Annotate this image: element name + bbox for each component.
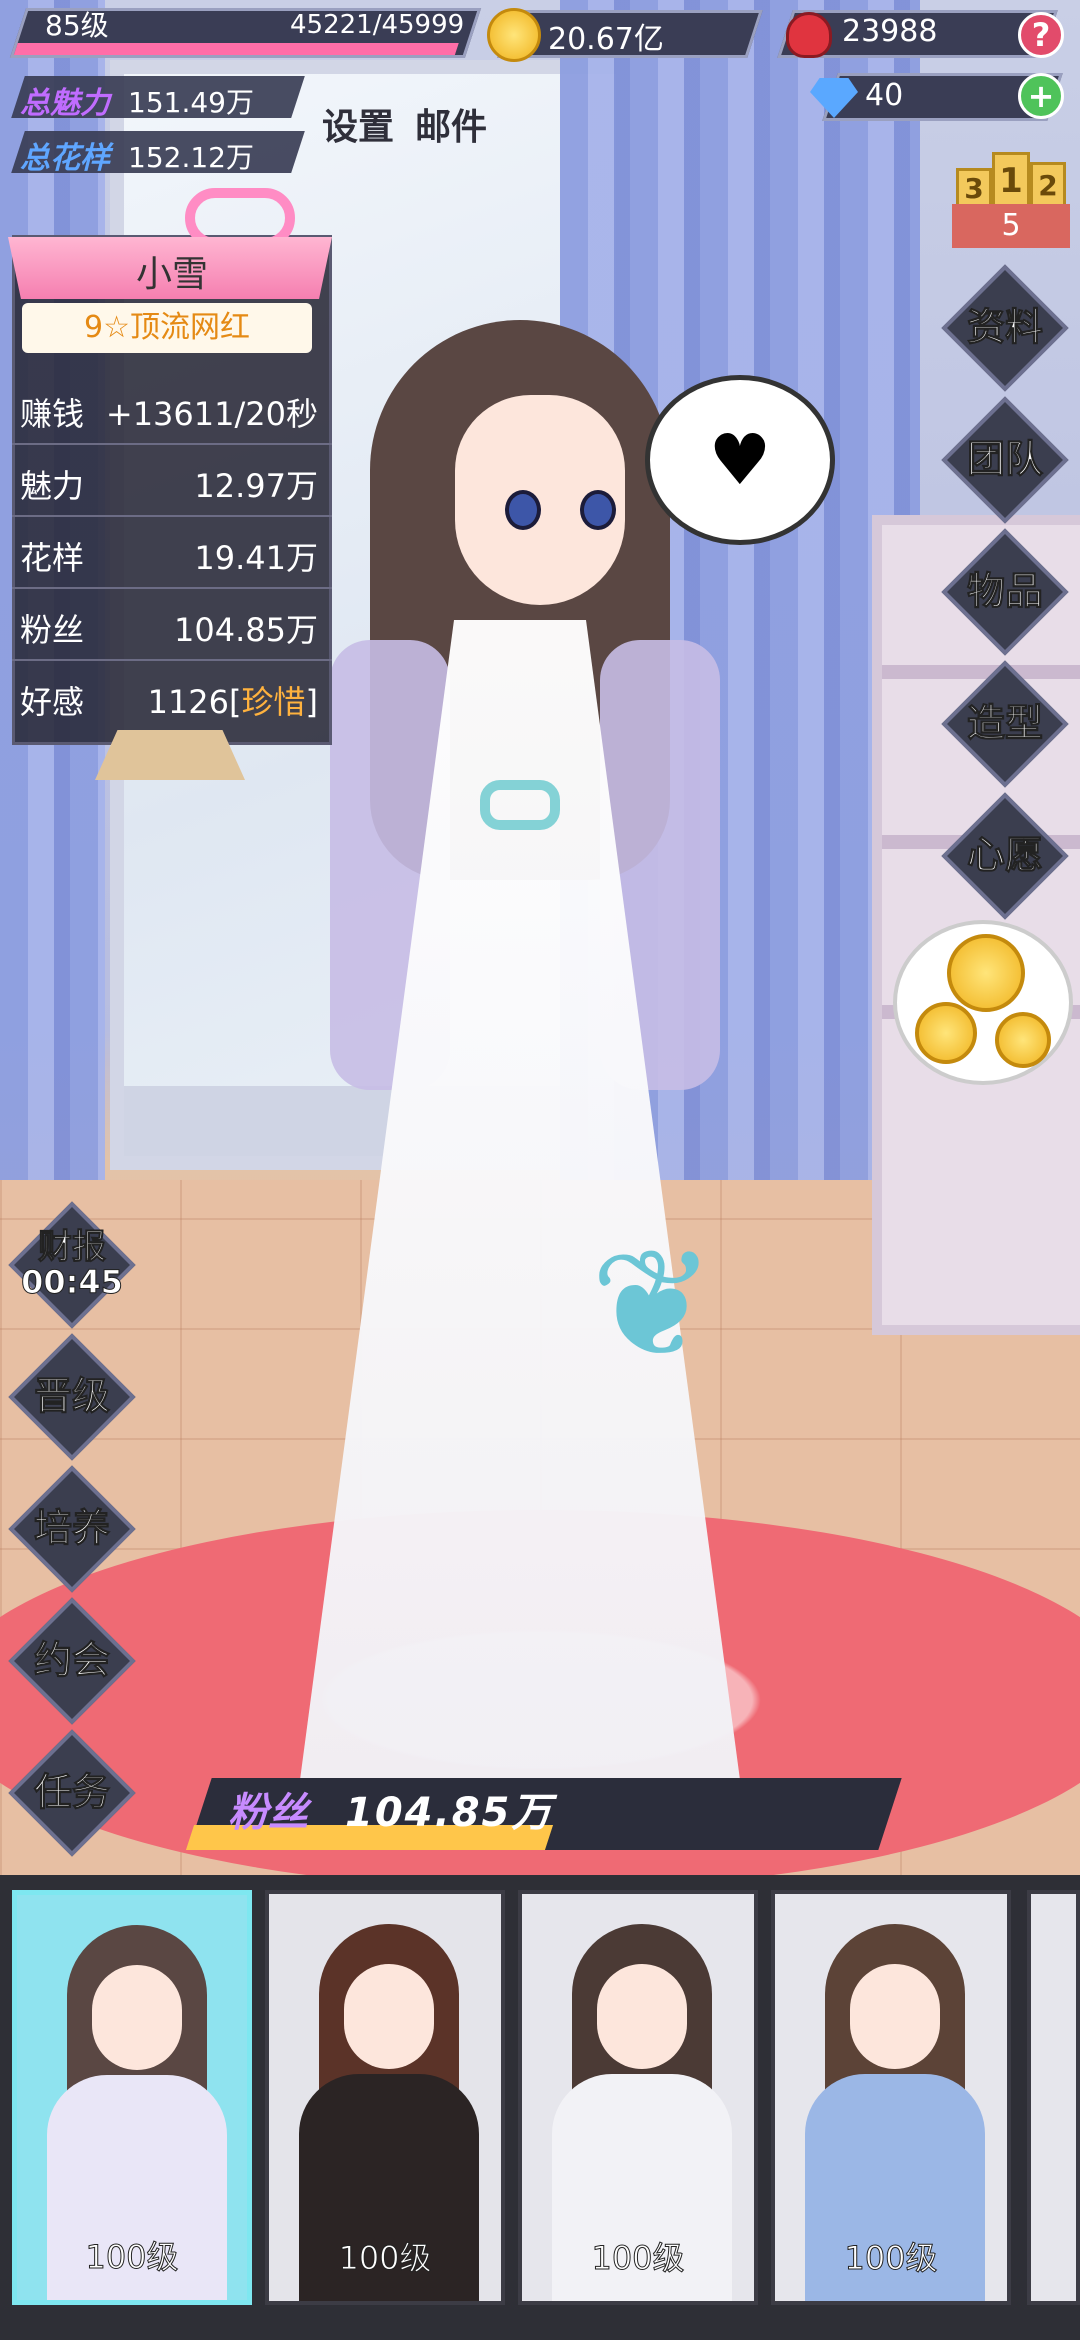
card-character-face [850, 1964, 940, 2069]
card-character-face [597, 1964, 687, 2069]
question-icon: ? [1031, 16, 1051, 54]
podium-third: 3 [956, 168, 992, 208]
character-title: 9☆顶流网红 [22, 303, 312, 353]
stat-row: 花样 19.41万 [12, 517, 332, 589]
roster-card[interactable]: 100级 [771, 1890, 1011, 2305]
character-eye-left [505, 490, 541, 530]
tasks-button[interactable]: 任务 [8, 1729, 136, 1857]
menu-label: 心愿 [966, 833, 1043, 878]
roster-card-partial[interactable] [1027, 1890, 1080, 2305]
menu-label: 物品 [966, 569, 1043, 614]
stat-row: 赚钱 +13611/20秒 [12, 373, 332, 445]
player-rank: 5 [952, 204, 1070, 248]
mail-link[interactable]: 邮件 [415, 98, 487, 150]
plus-icon: + [1027, 77, 1055, 115]
roster-card[interactable]: 100级 [518, 1890, 758, 2305]
fans-label: 粉丝 [228, 1790, 308, 1836]
affection-value-group: 1126[珍惜] [147, 683, 318, 721]
help-button[interactable]: ? [1018, 12, 1064, 58]
stat-row: 粉丝 104.85万 [12, 589, 332, 661]
menu-label: 约会 [33, 1638, 110, 1683]
stat-value: 104.85万 [174, 611, 318, 649]
gold-value: 20.67亿 [548, 22, 664, 57]
gold-coin-icon [995, 1012, 1051, 1068]
affection-tier: 珍惜 [241, 683, 306, 721]
total-charm-label: 总魅力 [20, 86, 110, 121]
stat-row: 魅力 12.97万 [12, 445, 332, 517]
report-label: 财报 00:45 [12, 1205, 132, 1325]
report-title: 财报 [37, 1227, 106, 1268]
card-character-face [92, 1965, 182, 2070]
train-button[interactable]: 培养 [8, 1465, 136, 1593]
card-character-face [344, 1964, 434, 2069]
menu-label: 造型 [966, 701, 1043, 746]
menu-profile-button[interactable]: 资料 [941, 264, 1069, 392]
character-name: 小雪 [135, 254, 208, 295]
player-level: 85级 [45, 9, 109, 42]
menu-items-button[interactable]: 物品 [941, 528, 1069, 656]
finger-heart-icon: ♥ [708, 419, 772, 501]
ranking-button[interactable]: 3 1 2 5 [952, 148, 1070, 248]
xp-fill [13, 43, 460, 55]
roster-card[interactable]: 100级 [265, 1890, 505, 2305]
rose-icon [786, 12, 832, 58]
gold-coin-icon [947, 934, 1025, 1012]
podium-first: 1 [992, 152, 1030, 208]
stat-label: 赚钱 [20, 395, 85, 433]
menu-label: 资料 [966, 305, 1043, 350]
fans-value: 104.85万 [345, 1790, 554, 1836]
affection-label: 好感 [20, 683, 85, 721]
report-timer: 00:45 [21, 1263, 124, 1302]
card-level: 100级 [338, 2239, 432, 2278]
menu-team-button[interactable]: 团队 [941, 396, 1069, 524]
affection-row: 好感 1126[珍惜] [12, 661, 332, 733]
card-level: 100级 [844, 2239, 938, 2278]
heart-gesture-speech-bubble: ♥ [645, 375, 835, 545]
rose-value: 23988 [842, 14, 938, 49]
financial-report-button[interactable]: 财报 00:45 [8, 1201, 136, 1329]
date-button[interactable]: 约会 [8, 1597, 136, 1725]
add-diamond-button[interactable]: + [1018, 73, 1064, 119]
total-style-label: 总花样 [20, 141, 110, 176]
menu-label: 培养 [33, 1506, 110, 1551]
promote-button[interactable]: 晋级 [8, 1333, 136, 1461]
menu-label: 任务 [33, 1770, 110, 1815]
collapse-panel-button[interactable] [95, 730, 245, 780]
card-level: 100级 [85, 2238, 179, 2277]
menu-outfit-button[interactable]: 造型 [941, 660, 1069, 788]
dress-bow [480, 780, 560, 830]
menu-label: 晋级 [33, 1374, 110, 1419]
stat-label: 花样 [20, 539, 85, 577]
character-eye-right [580, 490, 616, 530]
card-level: 100级 [591, 2239, 685, 2278]
gold-coin-icon [915, 1002, 977, 1064]
diamond-value: 40 [865, 78, 904, 113]
menu-label: 团队 [966, 437, 1043, 482]
butterfly-decoration: ❦ [590, 1218, 716, 1392]
gold-coin-icon [487, 8, 541, 62]
menu-wish-button[interactable]: 心愿 [941, 792, 1069, 920]
total-charm-value: 151.49万 [128, 86, 254, 119]
stat-value: 12.97万 [194, 467, 318, 505]
affection-value: 1126 [147, 683, 230, 721]
stat-label: 魅力 [20, 467, 85, 505]
collect-coins-button[interactable] [893, 920, 1073, 1085]
podium-second: 2 [1030, 162, 1066, 208]
xp-text: 45221/45999 [290, 10, 465, 40]
total-style-value: 152.12万 [128, 141, 254, 174]
settings-link[interactable]: 设置 [322, 98, 394, 150]
stat-value: +13611/20秒 [105, 395, 318, 433]
roster-card[interactable]: 100级 [12, 1890, 252, 2305]
stat-label: 粉丝 [20, 611, 85, 649]
stat-value: 19.41万 [194, 539, 318, 577]
